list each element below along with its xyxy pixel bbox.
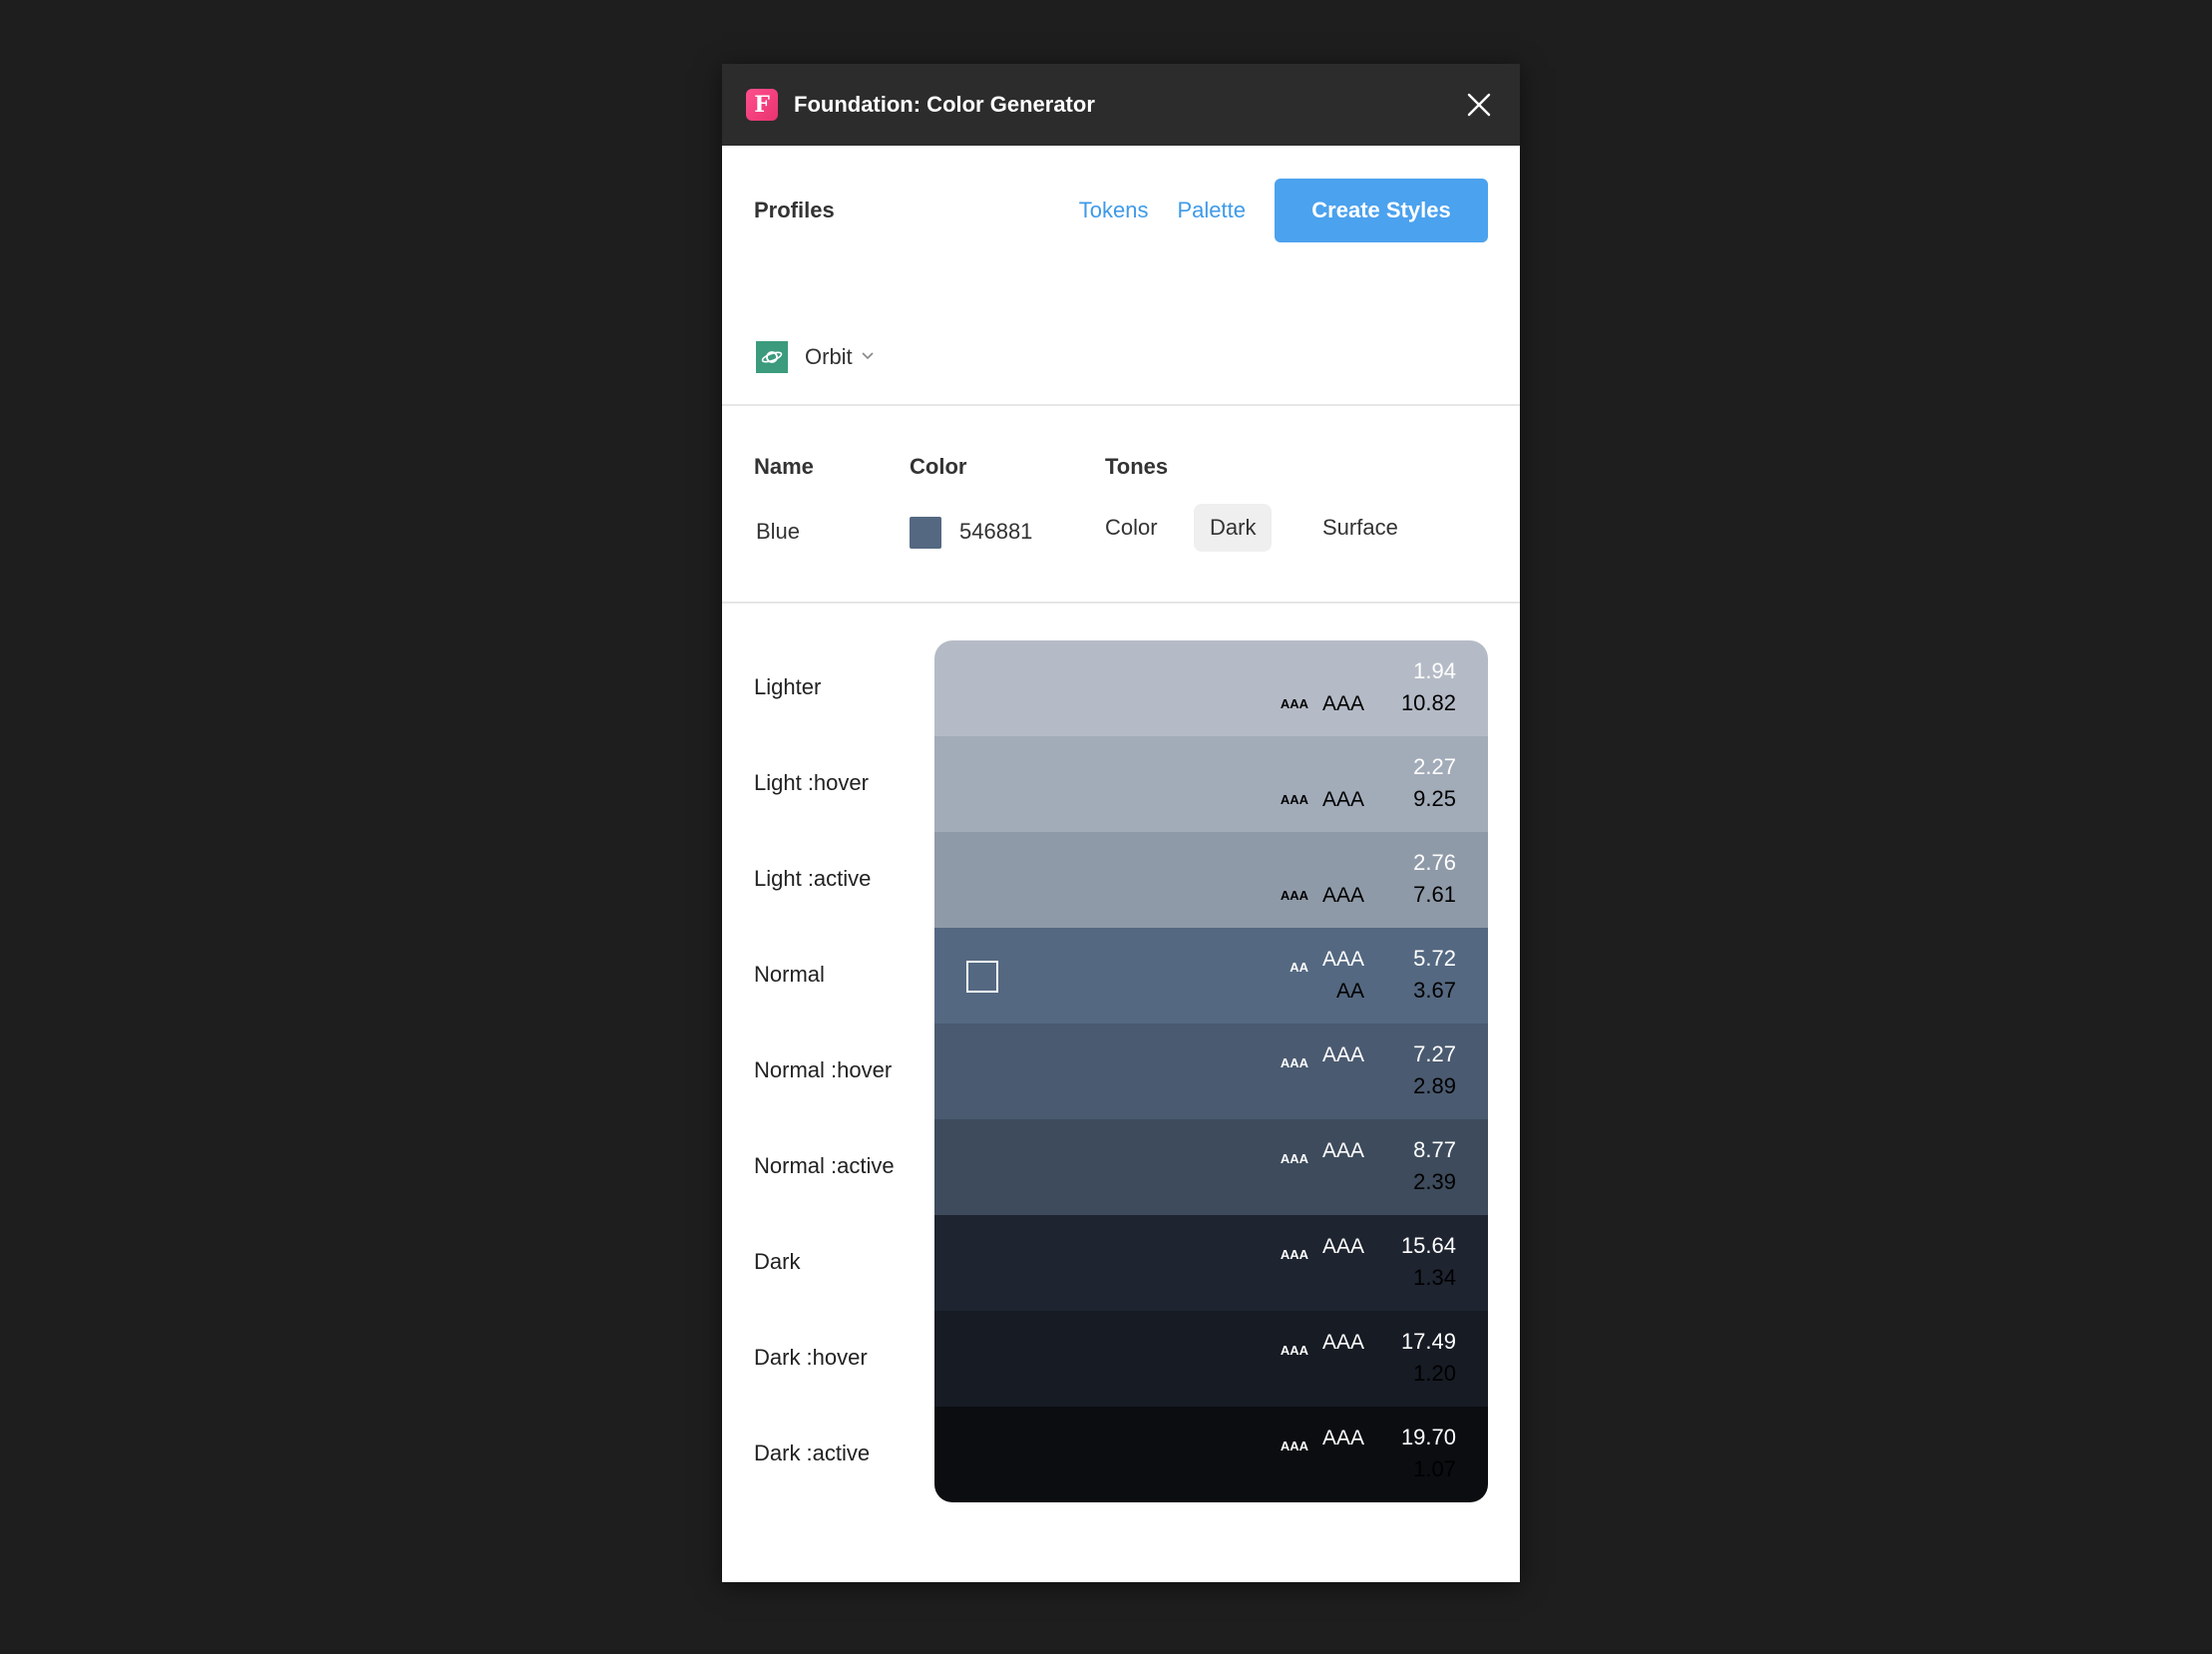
contrast-ratio-light: 19.70: [1400, 1425, 1456, 1449]
wcag-small-badge: AAA: [1280, 1247, 1308, 1262]
palette-link[interactable]: Palette: [1178, 198, 1247, 223]
base-color-checkbox[interactable]: [966, 961, 998, 993]
wcag-large-badge: AAA: [1321, 692, 1364, 715]
shade-label: Normal :hover: [754, 1057, 893, 1082]
profiles-heading: Profiles: [754, 198, 835, 222]
wcag-small-badge: AAA: [1280, 1343, 1308, 1358]
contrast-ratio-light: 1.94: [1413, 658, 1456, 683]
wcag-large-badge: AAA: [1321, 1235, 1364, 1258]
wcag-small-badge: AAA: [1280, 792, 1308, 807]
plugin-window: F Foundation: Color Generator Profiles T…: [722, 64, 1520, 1582]
contrast-ratio-dark: 7.61: [1413, 882, 1456, 907]
window-title: Foundation: Color Generator: [794, 92, 1095, 117]
name-column-header: Name: [754, 454, 814, 479]
wcag-small-badge: AAA: [1280, 1055, 1308, 1070]
orbit-planet-icon: [756, 341, 788, 373]
contrast-ratio-dark: 3.67: [1413, 978, 1456, 1003]
contrast-ratio-light: 2.76: [1413, 850, 1456, 875]
color-name-field[interactable]: Blue: [756, 519, 800, 545]
wcag-large-badge: AAA: [1321, 948, 1364, 971]
wcag-small-badge: AAA: [1280, 888, 1308, 903]
tokens-link[interactable]: Tokens: [1079, 198, 1149, 223]
wcag-small-badge: AAA: [1280, 696, 1308, 711]
chevron-down-icon: [861, 348, 875, 366]
contrast-ratio-light: 17.49: [1400, 1329, 1456, 1354]
shade-swatch[interactable]: 2.27 9.25 AAA AAA: [934, 736, 1488, 832]
tone-tab-dark[interactable]: Dark: [1194, 504, 1273, 552]
shade-label: Normal: [754, 962, 825, 987]
wcag-large-badge: AAA: [1321, 1427, 1364, 1449]
contrast-ratio-dark: 1.20: [1413, 1361, 1456, 1386]
shade-label: Light :active: [754, 866, 872, 891]
wcag-small-badge: AAA: [1280, 1151, 1308, 1166]
tones-column-header: Tones: [1105, 454, 1169, 479]
color-definition-section: Name Color Tones Blue 546881 Color Dark …: [722, 406, 1520, 604]
contrast-ratio-light: 15.64: [1400, 1233, 1456, 1258]
contrast-ratio-light: 5.72: [1413, 946, 1456, 971]
color-column-header: Color: [910, 454, 967, 479]
color-hex-field[interactable]: 546881: [959, 519, 1032, 545]
wcag-large-badge: AAA: [1321, 1043, 1364, 1066]
shade-swatch[interactable]: 7.27 2.89 AAA AAA: [934, 1024, 1488, 1119]
shade-label: Light :hover: [754, 770, 869, 795]
wcag-large-badge: AA: [1335, 980, 1364, 1003]
shade-label: Normal :active: [754, 1153, 895, 1178]
wcag-large-badge: AAA: [1321, 884, 1364, 907]
shade-stack: 1.94 10.82 AAA AAA 2.27 9.25 AAA AAA 2.76 7.61 AAA…: [934, 640, 1488, 1502]
wcag-large-badge: AAA: [1321, 1139, 1364, 1162]
title-bar: F Foundation: Color Generator: [722, 64, 1520, 146]
tone-tab-color[interactable]: Color: [1089, 504, 1174, 552]
contrast-ratio-dark: 2.39: [1413, 1169, 1456, 1194]
wcag-small-badge: AA: [1290, 960, 1308, 975]
shade-label: Dark :active: [754, 1441, 871, 1465]
contrast-ratio-light: 7.27: [1413, 1041, 1456, 1066]
shade-swatch[interactable]: 15.64 1.34 AAA AAA: [934, 1215, 1488, 1311]
profile-dropdown[interactable]: Orbit: [756, 341, 875, 373]
contrast-ratio-dark: 10.82: [1400, 690, 1456, 715]
wcag-small-badge: AAA: [1280, 1439, 1308, 1453]
contrast-ratio-dark: 1.34: [1413, 1265, 1456, 1290]
shade-label: Lighter: [754, 674, 822, 699]
shade-swatch[interactable]: 19.70 1.07 AAA AAA: [934, 1407, 1488, 1502]
contrast-ratio-dark: 1.07: [1413, 1456, 1456, 1481]
contrast-ratio-dark: 2.89: [1413, 1073, 1456, 1098]
wcag-large-badge: AAA: [1321, 1331, 1364, 1354]
tone-tab-surface[interactable]: Surface: [1306, 504, 1414, 552]
create-styles-button[interactable]: Create Styles: [1275, 179, 1488, 242]
contrast-ratio-light: 8.77: [1413, 1137, 1456, 1162]
shade-label: Dark: [754, 1249, 801, 1274]
shade-swatch[interactable]: 8.77 2.39 AAA AAA: [934, 1119, 1488, 1215]
top-actions: Tokens Palette Create Styles: [1079, 179, 1488, 242]
shade-label: Dark :hover: [754, 1345, 868, 1370]
wcag-large-badge: AAA: [1321, 788, 1364, 811]
shade-swatch[interactable]: 2.76 7.61 AAA AAA: [934, 832, 1488, 928]
shade-swatch[interactable]: 5.72 3.67 AA AAA AA: [934, 928, 1488, 1024]
contrast-ratio-dark: 9.25: [1413, 786, 1456, 811]
color-swatch[interactable]: [910, 517, 941, 549]
profiles-section: Profiles Tokens Palette Create Styles Or…: [722, 146, 1520, 406]
shade-swatch[interactable]: 17.49 1.20 AAA AAA: [934, 1311, 1488, 1407]
shade-swatch[interactable]: 1.94 10.82 AAA AAA: [934, 640, 1488, 736]
profile-name: Orbit: [805, 344, 853, 369]
foundation-logo-icon: F: [746, 89, 778, 121]
close-icon[interactable]: [1462, 88, 1496, 122]
contrast-ratio-light: 2.27: [1413, 754, 1456, 779]
